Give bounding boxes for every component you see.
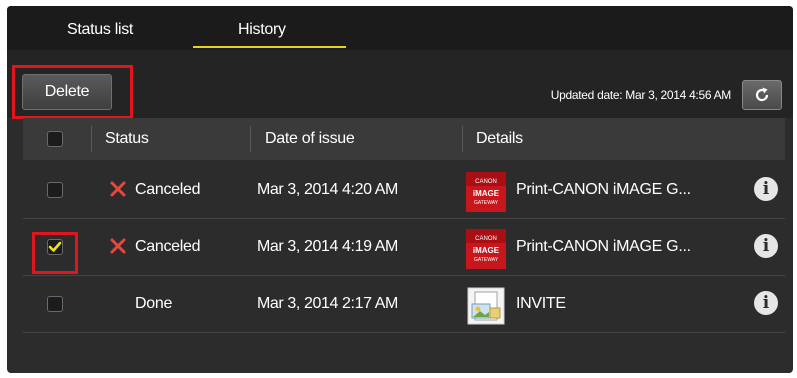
tab-history[interactable]: History <box>238 21 286 39</box>
date-of-issue: Mar 3, 2014 4:19 AM <box>257 238 398 255</box>
svg-text:GATEWAY: GATEWAY <box>474 200 499 206</box>
status-text: Canceled <box>135 238 201 255</box>
canon-image-gateway-icon: CANON iMAGE GATEWAY <box>466 172 506 212</box>
svg-text:GATEWAY: GATEWAY <box>474 257 499 263</box>
refresh-icon <box>755 87 769 102</box>
x-icon <box>110 238 126 254</box>
info-icon[interactable]: i <box>754 291 778 315</box>
updated-date-text: Updated date: Mar 3, 2014 4:56 AM <box>550 88 732 102</box>
column-divider <box>91 126 92 152</box>
svg-text:iMAGE: iMAGE <box>473 189 500 198</box>
info-icon[interactable]: i <box>754 177 778 201</box>
header-details[interactable]: Details <box>476 130 523 148</box>
canon-image-gateway-icon: CANON iMAGE GATEWAY <box>466 229 506 269</box>
toolbar: Delete Updated date: Mar 3, 2014 4:56 AM <box>7 50 793 119</box>
svg-text:iMAGE: iMAGE <box>473 246 500 255</box>
status-text: Done <box>135 295 173 312</box>
date-of-issue: Mar 3, 2014 2:17 AM <box>257 295 398 312</box>
row-checkbox[interactable] <box>47 296 63 312</box>
document-image-icon <box>466 286 506 326</box>
table-row[interactable]: Done Mar 3, 2014 2:17 AM INVITE i <box>23 276 785 333</box>
tab-bar: Status list History <box>7 6 793 50</box>
active-tab-underline <box>193 46 346 48</box>
column-divider <box>462 126 463 152</box>
date-of-issue: Mar 3, 2014 4:20 AM <box>257 181 398 198</box>
x-icon <box>110 181 126 197</box>
svg-text:CANON: CANON <box>475 179 497 185</box>
svg-text:CANON: CANON <box>475 236 497 242</box>
details-text: Print-CANON iMAGE G... <box>516 181 691 198</box>
details-text: INVITE <box>516 295 566 312</box>
delete-button-highlight <box>12 65 133 119</box>
row-checkbox[interactable] <box>47 182 63 198</box>
status-text: Canceled <box>135 181 201 198</box>
column-divider <box>250 126 251 152</box>
table-row[interactable]: Canceled Mar 3, 2014 4:20 AM CANON iMAGE… <box>23 162 785 219</box>
details-text: Print-CANON iMAGE G... <box>516 238 691 255</box>
info-icon[interactable]: i <box>754 234 778 258</box>
table-header: Status Date of issue Details <box>23 118 785 160</box>
header-date-of-issue[interactable]: Date of issue <box>265 130 355 148</box>
tab-status-list[interactable]: Status list <box>67 21 133 39</box>
header-status[interactable]: Status <box>105 130 149 148</box>
checkbox-highlight <box>32 232 78 274</box>
table-row[interactable]: Canceled Mar 3, 2014 4:19 AM CANON iMAGE… <box>23 219 785 276</box>
select-all-checkbox[interactable] <box>47 131 63 147</box>
refresh-button[interactable] <box>742 80 782 110</box>
history-panel: Status list History Delete Updated date:… <box>7 6 793 373</box>
